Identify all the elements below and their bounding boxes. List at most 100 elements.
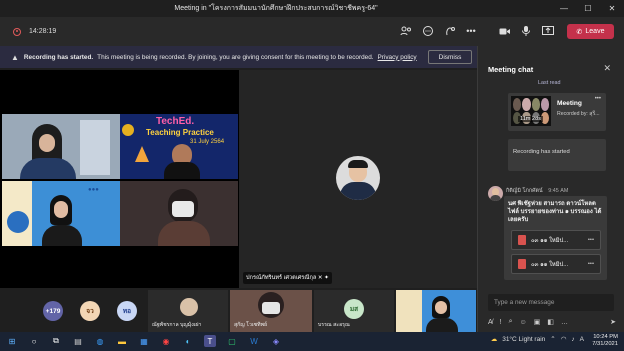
message-header: กิติญ์มิ โภกศัตน์ 9:45 AM: [506, 187, 568, 195]
more-participants-badge[interactable]: +179: [43, 301, 63, 321]
window-title: Meeting in "โครงการสัมมนานักศึกษาฝึกประส…: [174, 5, 378, 12]
card-more-icon[interactable]: •••: [595, 96, 601, 102]
chat-title: Meeting chat: [488, 65, 534, 74]
participants-icon[interactable]: [398, 23, 414, 39]
store-icon[interactable]: ▦: [138, 335, 150, 347]
video-stage: TechEd. Teaching Practice 31 July 2564 ●…: [0, 68, 477, 290]
leave-button[interactable]: ✆ Leave: [567, 24, 614, 39]
speaker-name-text: ปกรณ์ภัทรินทร์ เศวตเศรณีกุล: [246, 275, 317, 281]
participant-initials[interactable]: ทอ: [117, 301, 137, 321]
banner-heading: Recording has started.: [23, 53, 94, 61]
system-tray: ☁ 31°C Light rain ⌃ ◠ ♪ A: [490, 335, 584, 344]
line-icon[interactable]: ▢: [226, 335, 238, 347]
volume-icon[interactable]: ♪: [571, 336, 574, 343]
maximize-icon[interactable]: ☐: [576, 4, 600, 13]
leave-button-label: Leave: [585, 28, 605, 35]
message-time: 9:45 AM: [548, 188, 569, 194]
meeting-card-subtitle: Recorded by: สุรี...: [557, 111, 600, 117]
sticker-icon[interactable]: ◧: [547, 318, 554, 326]
teams-icon[interactable]: T: [204, 335, 216, 347]
teams-alt-icon[interactable]: ◈: [270, 335, 282, 347]
share-screen-icon[interactable]: [540, 23, 556, 39]
file-more-icon[interactable]: •••: [588, 261, 594, 267]
shared-video-tile: ●●●: [2, 181, 120, 246]
word-icon[interactable]: W: [248, 335, 260, 347]
more-actions-icon[interactable]: …: [561, 319, 568, 326]
chrome-icon[interactable]: ◉: [160, 335, 172, 347]
participant-name: บรรณ สะอรุณ: [318, 322, 350, 328]
reactions-icon[interactable]: [442, 23, 458, 39]
recording-started-card: Recording has started: [508, 139, 606, 171]
participant-tile[interactable]: สุกัญ โวเซทิพย์: [230, 290, 312, 332]
file-more-icon[interactable]: •••: [588, 237, 594, 243]
banner-text: This meeting is being recorded. By joini…: [97, 53, 374, 61]
gif-icon[interactable]: ▣: [534, 318, 541, 326]
start-icon[interactable]: ⊞: [6, 335, 18, 347]
close-window-icon[interactable]: ✕: [600, 4, 624, 13]
network-icon[interactable]: ◠: [561, 335, 567, 343]
pdf-file-icon: [518, 235, 526, 245]
recording-banner: ▲ Recording has started. This meeting is…: [0, 46, 477, 68]
weather-icon: ☁: [490, 336, 498, 343]
pdf-file-icon: [518, 259, 526, 269]
app-icon[interactable]: ◐: [182, 335, 194, 347]
camera-icon[interactable]: [497, 23, 513, 39]
shared-screen: TechEd. Teaching Practice 31 July 2564 ●…: [0, 70, 239, 288]
close-chat-icon[interactable]: ✕: [603, 63, 611, 74]
emoji-icon[interactable]: ☺: [520, 319, 527, 326]
priority-icon[interactable]: !: [500, 319, 502, 326]
language-icon[interactable]: A: [580, 336, 584, 343]
participant-tile[interactable]: ณัฐพัชรกาล บุญมุ้งเผ่า: [148, 290, 228, 332]
shared-video-tile: [120, 181, 238, 246]
file-attachment[interactable]: ๐๓ ๑๑ ใหมิป... •••: [511, 254, 601, 274]
participant-tile[interactable]: มส บรรณ สะอรุณ: [314, 290, 394, 332]
clock[interactable]: 10:24 PM 7/31/2021: [592, 334, 618, 348]
participant-tile[interactable]: [396, 290, 476, 332]
more-options-icon[interactable]: •••: [463, 23, 479, 39]
app-icon[interactable]: ▤: [72, 335, 84, 347]
teams-window: Meeting in "โครงการสัมมนานักศึกษาฝึกประส…: [0, 0, 624, 351]
warning-icon: ▲: [11, 52, 19, 62]
dismiss-button[interactable]: Dismiss: [428, 50, 472, 64]
file-name: ๐๓ ๑๑ ใหมิป...: [531, 262, 569, 268]
speaker-name: ปกรณ์ภัทรินทร์ เศวตเศรณีกุล ✕ ✦: [243, 272, 332, 284]
message-input[interactable]: Type a new message: [488, 294, 614, 311]
file-attachment[interactable]: ๐๓ ๑๑ ใหมิป... •••: [511, 230, 601, 250]
meeting-card-title: Meeting: [557, 100, 582, 107]
minimize-icon[interactable]: —: [552, 4, 576, 13]
microphone-icon[interactable]: [518, 23, 534, 39]
mic-off-icon: ✕ ✦: [317, 275, 329, 281]
windows-taskbar: ⊞ ○ ⧉ ▤ ◍ ▬ ▦ ◉ ◐ T ▢ W ◈ ☁ 31°C Light r…: [0, 332, 624, 351]
compose-toolbar: A̸ ! ⌕ ☺ ▣ ◧ … ➤: [488, 315, 616, 329]
slide-subtitle: Teaching Practice: [146, 128, 214, 137]
shared-slide-tile: TechEd. Teaching Practice 31 July 2564: [120, 114, 238, 179]
title-bar: Meeting in "โครงการสัมมนานักศึกษาฝึกประส…: [0, 0, 624, 17]
meeting-chat-panel: Meeting chat ✕ Last read 11m 28s Meeting…: [477, 46, 624, 332]
active-speaker-tile: ปกรณ์ภัทรินทร์ เศวตเศรณีกุล ✕ ✦: [239, 70, 477, 288]
send-icon[interactable]: ➤: [610, 318, 616, 326]
attach-icon[interactable]: ⌕: [509, 318, 513, 326]
meeting-toolbar: 14:28:19 ••• ✆ Leave: [0, 17, 624, 46]
format-icon[interactable]: A̸: [488, 319, 493, 326]
chat-message[interactable]: นศ พิเชัฐห่วย สามารถ ดาวน์โหลดไฟล์ บรรยา…: [504, 196, 607, 280]
participant-name: สุกัญ โวเซทิพย์: [234, 322, 268, 328]
participant-initials: มส: [344, 299, 364, 319]
sender-avatar: [488, 186, 503, 201]
message-author: กิติญ์มิ โภกศัตน์: [506, 188, 543, 194]
meeting-timer: 14:28:19: [29, 28, 57, 35]
tray-arrow-icon[interactable]: ⌃: [550, 335, 555, 343]
weather-text: 31°C Light rain: [502, 335, 546, 343]
edge-icon[interactable]: ◍: [94, 335, 106, 347]
chat-icon[interactable]: [420, 23, 436, 39]
meeting-recording-card[interactable]: 11m 28s Meeting Recorded by: สุรี... •••: [508, 93, 606, 131]
clock-date: 7/31/2021: [592, 341, 618, 347]
slide-title: TechEd.: [156, 116, 195, 127]
task-view-icon[interactable]: ⧉: [50, 335, 62, 347]
speaker-avatar: [336, 156, 380, 200]
recording-indicator-icon: [13, 27, 21, 36]
search-icon[interactable]: ○: [28, 335, 40, 347]
last-read-divider: Last read: [538, 80, 561, 86]
file-explorer-icon[interactable]: ▬: [116, 335, 128, 347]
participant-initials[interactable]: จว: [80, 301, 100, 321]
privacy-policy-link[interactable]: Privacy policy: [378, 54, 417, 61]
